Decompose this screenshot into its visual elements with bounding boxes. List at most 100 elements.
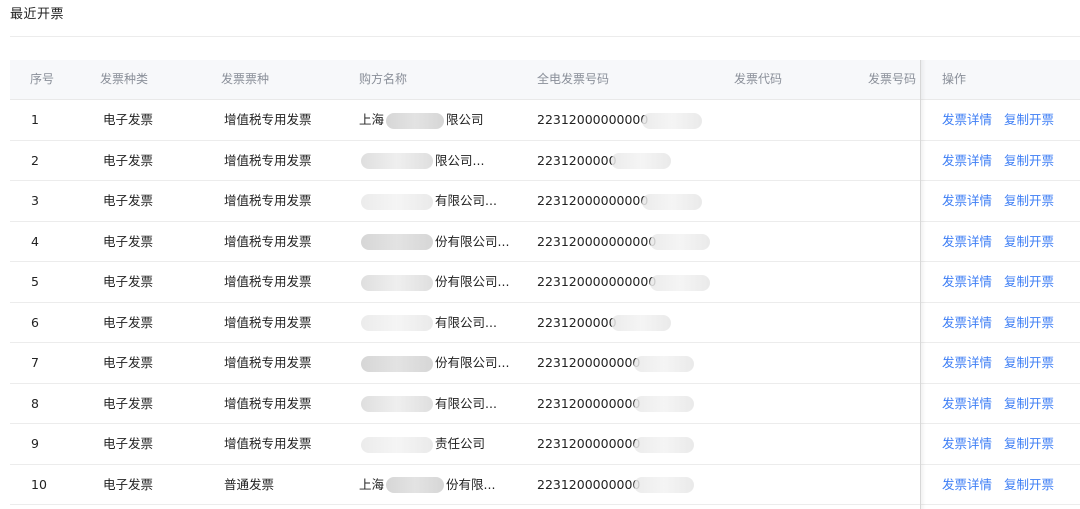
invoice-detail-link[interactable]: 发票详情: [942, 141, 992, 181]
row-full-number: 22312000000000: [537, 181, 704, 221]
row-ticket-kind: 普通发票: [224, 476, 275, 492]
row-invoice-type: 电子发票: [103, 112, 154, 127]
buyer-prefix: 上海: [359, 112, 385, 127]
invoice-detail-link[interactable]: 发票详情: [942, 181, 992, 221]
column-header-invoice-type: 发票种类: [100, 72, 149, 86]
redacted-invoice-number: [642, 112, 703, 129]
redacted-buyer-name: [361, 355, 433, 372]
buyer-suffix: 有限公司...: [435, 193, 497, 208]
copy-invoice-link[interactable]: 复制开票: [1004, 100, 1054, 140]
redacted-invoice-number: [634, 396, 695, 412]
buyer-suffix: 责任公司: [435, 436, 486, 451]
column-header-number: 发票号码: [867, 72, 916, 86]
row-invoice-type: 电子发票: [103, 274, 154, 289]
page-title: 最近开票: [10, 7, 65, 22]
redacted-buyer-name: [361, 234, 433, 250]
column-header-buyer: 购方名称: [359, 72, 408, 86]
row-buyer: 责任公司: [359, 424, 485, 464]
copy-invoice-link[interactable]: 复制开票: [1004, 303, 1054, 343]
row-index: 5: [31, 274, 39, 289]
row-index: 3: [31, 193, 39, 208]
row-ticket-kind: 增值税专用发票: [224, 274, 312, 289]
redacted-buyer-name: [386, 477, 445, 493]
full-number-visible: 2231200000000: [537, 395, 641, 411]
row-index: 7: [31, 355, 39, 370]
redacted-invoice-number: [634, 355, 695, 372]
row-index: 10: [31, 476, 47, 492]
column-header-full-number: 全电发票号码: [537, 72, 610, 86]
row-index: 2: [31, 152, 39, 168]
redacted-buyer-name: [361, 274, 433, 291]
row-buyer: 上海 份有限...: [359, 465, 495, 505]
redacted-buyer-name: [361, 193, 433, 210]
column-header-code: 发票代码: [733, 72, 782, 86]
row-full-number: 2231200000000: [537, 384, 696, 424]
redacted-invoice-number: [610, 153, 671, 169]
row-index: 9: [31, 436, 39, 451]
buyer-prefix: 上海: [359, 476, 385, 492]
redacted-invoice-number: [610, 315, 671, 331]
row-invoice-type: 电子发票: [103, 395, 154, 411]
copy-invoice-link[interactable]: 复制开票: [1004, 141, 1054, 181]
row-full-number: 22312000000000: [537, 100, 704, 140]
column-header-index: 序号: [30, 72, 55, 86]
redacted-buyer-name: [361, 315, 433, 331]
row-invoice-type: 电子发票: [103, 436, 154, 451]
row-full-number: 223120000000000: [537, 262, 712, 302]
row-index: 8: [31, 395, 39, 411]
invoice-detail-link[interactable]: 发票详情: [942, 343, 992, 383]
full-number-visible: 2231200000000: [537, 476, 641, 492]
redacted-invoice-number: [650, 274, 711, 291]
redacted-buyer-name: [361, 396, 433, 412]
row-ticket-kind: 增值税专用发票: [224, 233, 312, 249]
row-buyer: 有限公司...: [359, 303, 497, 343]
full-number-visible: 2231200000000: [537, 355, 641, 370]
row-full-number: 2231200000: [537, 303, 673, 343]
row-invoice-type: 电子发票: [103, 193, 154, 208]
invoice-detail-link[interactable]: 发票详情: [942, 424, 992, 464]
invoice-detail-link[interactable]: 发票详情: [942, 100, 992, 140]
invoice-detail-link[interactable]: 发票详情: [942, 384, 992, 424]
invoice-detail-link[interactable]: 发票详情: [942, 465, 992, 505]
row-index: 6: [31, 314, 39, 330]
row-full-number: 2231200000000: [537, 424, 696, 464]
row-ticket-kind: 增值税专用发票: [224, 355, 312, 370]
row-ticket-kind: 增值税专用发票: [224, 193, 312, 208]
invoice-detail-link[interactable]: 发票详情: [942, 222, 992, 262]
full-number-visible: 223120000000000: [537, 274, 657, 289]
row-buyer: 份有限公司...: [359, 343, 509, 383]
copy-invoice-link[interactable]: 复制开票: [1004, 343, 1054, 383]
invoice-detail-link[interactable]: 发票详情: [942, 303, 992, 343]
row-buyer: 有限公司...: [359, 181, 497, 221]
row-buyer: 上海 限公司: [359, 100, 484, 140]
redacted-invoice-number: [642, 193, 703, 210]
row-full-number: 223120000000000: [537, 222, 712, 262]
buyer-suffix: 限公司...: [435, 152, 485, 168]
row-full-number: 2231200000: [537, 141, 673, 181]
copy-invoice-link[interactable]: 复制开票: [1004, 424, 1054, 464]
column-header-actions: 操作: [942, 72, 967, 86]
redacted-invoice-number: [634, 436, 695, 453]
buyer-suffix: 有限公司...: [435, 314, 497, 330]
row-invoice-type: 电子发票: [103, 233, 154, 249]
copy-invoice-link[interactable]: 复制开票: [1004, 384, 1054, 424]
buyer-suffix: 份有限公司...: [435, 233, 510, 249]
buyer-suffix: 份有限公司...: [435, 274, 510, 289]
row-buyer: 限公司...: [359, 141, 484, 181]
row-full-number: 2231200000000: [537, 343, 696, 383]
recent-invoices-table: 序号 发票种类 发票票种 购方名称 全电发票号码 发票代码 发票号码 操作 1 电…: [10, 60, 1080, 509]
redacted-buyer-name: [361, 153, 433, 169]
full-number-visible: 2231200000: [537, 152, 617, 168]
row-invoice-type: 电子发票: [103, 476, 154, 492]
copy-invoice-link[interactable]: 复制开票: [1004, 222, 1054, 262]
row-invoice-type: 电子发票: [103, 314, 154, 330]
row-index: 1: [31, 112, 39, 127]
copy-invoice-link[interactable]: 复制开票: [1004, 181, 1054, 221]
copy-invoice-link[interactable]: 复制开票: [1004, 262, 1054, 302]
copy-invoice-link[interactable]: 复制开票: [1004, 465, 1054, 505]
full-number-visible: 223120000000000: [537, 233, 657, 249]
invoice-detail-link[interactable]: 发票详情: [942, 262, 992, 302]
row-ticket-kind: 增值税专用发票: [224, 436, 312, 451]
row-ticket-kind: 增值税专用发票: [224, 112, 312, 127]
redacted-invoice-number: [650, 234, 711, 250]
